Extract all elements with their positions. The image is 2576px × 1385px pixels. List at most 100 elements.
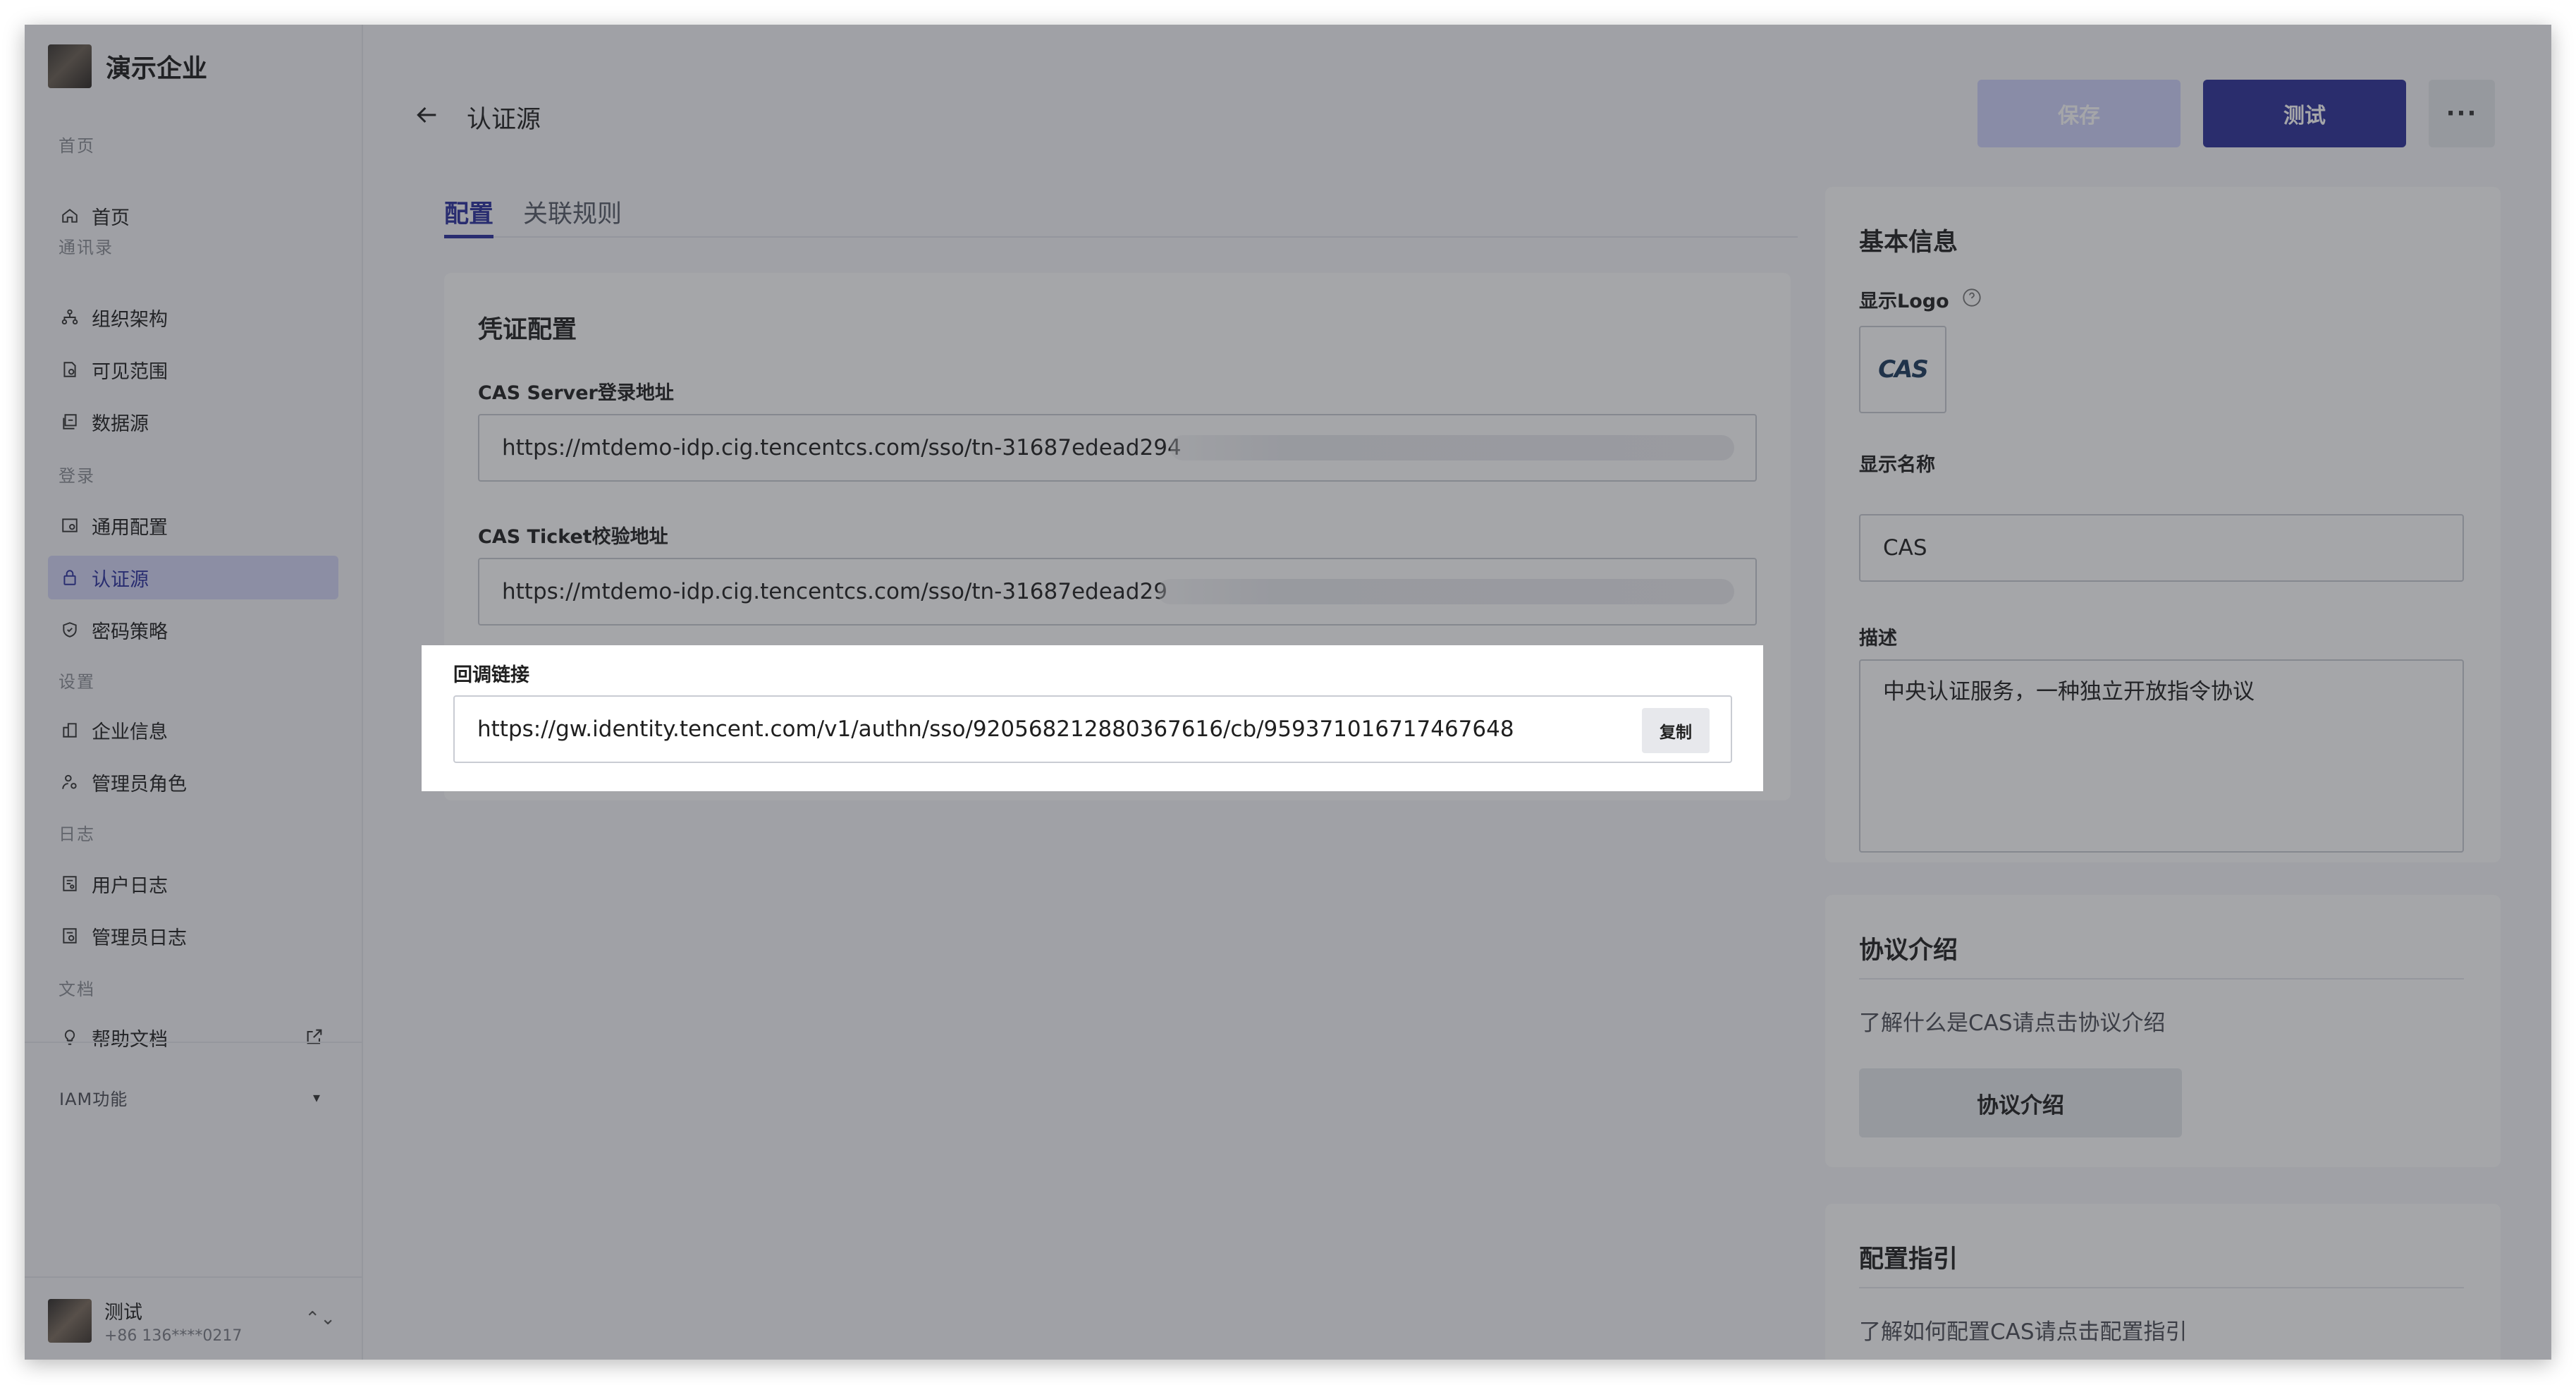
protocol-description: 了解什么是CAS请点击协议介绍	[1859, 1011, 2166, 1036]
sidebar-item-label: 管理员日志	[92, 927, 187, 949]
cas-ticket-field[interactable]: https://mtdemo-idp.cig.tencentcs.com/sso…	[478, 558, 1757, 626]
home-icon	[59, 205, 80, 226]
sidebar-item-label: 密码策略	[92, 621, 168, 643]
display-name-value: CAS	[1883, 535, 1927, 561]
sidebar-item-label: 帮助文档	[92, 1028, 168, 1051]
sidebar-item-password-policy[interactable]: 密码策略	[48, 608, 338, 652]
section-contacts: 通讯录	[59, 238, 114, 257]
copy-button[interactable]: 复制	[1642, 708, 1710, 753]
app-window: 演示企业 首页 首页 通讯录 组织架构 可见范围 数据源 登录 通用配置 认证源…	[25, 25, 2551, 1360]
sidebar-item-visibility[interactable]: 可见范围	[48, 348, 338, 391]
avatar	[48, 1298, 92, 1343]
sidebar-item-org-structure[interactable]: 组织架构	[48, 295, 338, 339]
general-config-icon	[59, 515, 80, 536]
shield-icon	[59, 619, 80, 640]
divider	[1859, 1287, 2464, 1288]
section-home: 首页	[59, 136, 95, 156]
logo-label: 显示Logo	[1859, 291, 1949, 312]
display-name-input[interactable]: CAS	[1859, 514, 2464, 582]
callback-section: 回调链接 https://gw.identity.tencent.com/v1/…	[422, 645, 1763, 791]
description-textarea[interactable]: 中央认证服务，一种独立开放指令协议	[1859, 659, 2464, 853]
divider	[25, 1276, 363, 1278]
sidebar-item-user-log[interactable]: 用户日志	[48, 862, 338, 905]
callback-label: 回调链接	[453, 664, 529, 686]
cas-logo: CAS	[1878, 355, 1929, 384]
section-docs: 文档	[59, 980, 95, 999]
sidebar-item-admin-roles[interactable]: 管理员角色	[48, 760, 338, 804]
sidebar-item-label: 首页	[92, 207, 130, 229]
divider	[1859, 978, 2464, 980]
config-guide-card: 配置指引 了解如何配置CAS请点击配置指引	[1825, 1204, 2501, 1360]
logo-upload[interactable]: CAS	[1859, 326, 1946, 413]
save-button[interactable]: 保存	[1977, 80, 2181, 147]
user-log-icon	[59, 873, 80, 894]
cas-server-value: https://mtdemo-idp.cig.tencentcs.com/sso…	[502, 435, 1182, 460]
cas-ticket-value: https://mtdemo-idp.cig.tencentcs.com/sso…	[502, 579, 1167, 604]
sidebar: 演示企业 首页 首页 通讯录 组织架构 可见范围 数据源 登录 通用配置 认证源…	[25, 25, 363, 1360]
more-options-button[interactable]: ···	[2429, 80, 2495, 147]
sidebar-item-home[interactable]: 首页	[48, 194, 338, 238]
sidebar-item-help-docs[interactable]: 帮助文档	[48, 1015, 338, 1059]
page-title: 认证源	[467, 106, 541, 134]
sidebar-item-auth-source[interactable]: 认证源	[48, 556, 338, 599]
redaction-blur	[1158, 579, 1734, 604]
card-title: 基本信息	[1859, 228, 1958, 257]
org-name: 演示企业	[106, 54, 208, 83]
lock-icon	[59, 567, 80, 588]
card-title: 凭证配置	[478, 316, 577, 344]
sidebar-item-label: 数据源	[92, 413, 149, 435]
org-logo	[48, 44, 92, 88]
building-icon	[59, 719, 80, 740]
test-button[interactable]: 测试	[2203, 80, 2406, 147]
section-settings: 设置	[59, 672, 95, 692]
visibility-icon	[59, 359, 80, 380]
protocol-intro-card: 协议介绍 了解什么是CAS请点击协议介绍 协议介绍	[1825, 895, 2501, 1167]
tab-config[interactable]: 配置	[444, 194, 494, 238]
sidebar-item-data-source[interactable]: 数据源	[48, 400, 338, 444]
divider	[25, 1042, 363, 1043]
basic-info-card: 基本信息 显示Logo CAS 显示名称 CAS 描述 中央认证服务，一种独立开…	[1825, 187, 2501, 862]
external-link-icon	[305, 1027, 326, 1048]
back-arrow-icon[interactable]	[412, 101, 441, 129]
guide-description: 了解如何配置CAS请点击配置指引	[1859, 1319, 2188, 1345]
sidebar-item-label: 企业信息	[92, 721, 168, 743]
display-name-label: 显示名称	[1859, 454, 1935, 476]
user-profile[interactable]: 测试 +86 136****0217 ⌃⌄	[48, 1294, 344, 1347]
sidebar-item-company-info[interactable]: 企业信息	[48, 708, 338, 752]
sidebar-item-label: 管理员角色	[92, 773, 187, 795]
admin-role-icon	[59, 771, 80, 793]
redaction-blur	[1170, 435, 1734, 460]
org-brand[interactable]: 演示企业	[48, 44, 207, 88]
iam-label: IAM功能	[59, 1089, 128, 1109]
callback-url-value: https://gw.identity.tencent.com/v1/authn…	[477, 716, 1514, 742]
help-circle-icon[interactable]	[1962, 288, 1983, 309]
user-phone: +86 136****0217	[104, 1326, 243, 1345]
description-label: 描述	[1859, 628, 1897, 649]
callback-url-field[interactable]: https://gw.identity.tencent.com/v1/authn…	[453, 695, 1732, 763]
protocol-intro-button[interactable]: 协议介绍	[1859, 1068, 2182, 1137]
org-chart-icon	[59, 307, 80, 328]
bulb-icon	[59, 1027, 80, 1048]
card-title: 配置指引	[1859, 1245, 1958, 1274]
data-source-icon	[59, 411, 80, 432]
chevron-up-down-icon[interactable]: ⌃⌄	[305, 1308, 336, 1329]
user-name: 测试	[104, 1301, 142, 1324]
section-logs: 日志	[59, 824, 95, 844]
sidebar-item-label: 用户日志	[92, 874, 168, 897]
cas-ticket-label: CAS Ticket校验地址	[478, 526, 668, 548]
cas-server-field[interactable]: https://mtdemo-idp.cig.tencentcs.com/sso…	[478, 414, 1757, 482]
sidebar-item-label: 组织架构	[92, 308, 168, 331]
admin-log-icon	[59, 925, 80, 946]
iam-features-toggle[interactable]: IAM功能 ▾	[48, 1075, 338, 1119]
cas-server-label: CAS Server登录地址	[478, 382, 674, 404]
sidebar-item-general-config[interactable]: 通用配置	[48, 504, 338, 547]
sidebar-item-admin-log[interactable]: 管理员日志	[48, 914, 338, 958]
sidebar-item-label: 可见范围	[92, 360, 168, 383]
caret-down-icon: ▾	[312, 1089, 320, 1106]
tab-association-rules[interactable]: 关联规则	[523, 194, 622, 230]
tab-bar: 配置 关联规则	[444, 194, 1798, 238]
card-title: 协议介绍	[1859, 936, 1958, 965]
sidebar-item-label: 通用配置	[92, 516, 168, 539]
section-login: 登录	[59, 466, 95, 486]
sidebar-item-label: 认证源	[92, 568, 149, 591]
